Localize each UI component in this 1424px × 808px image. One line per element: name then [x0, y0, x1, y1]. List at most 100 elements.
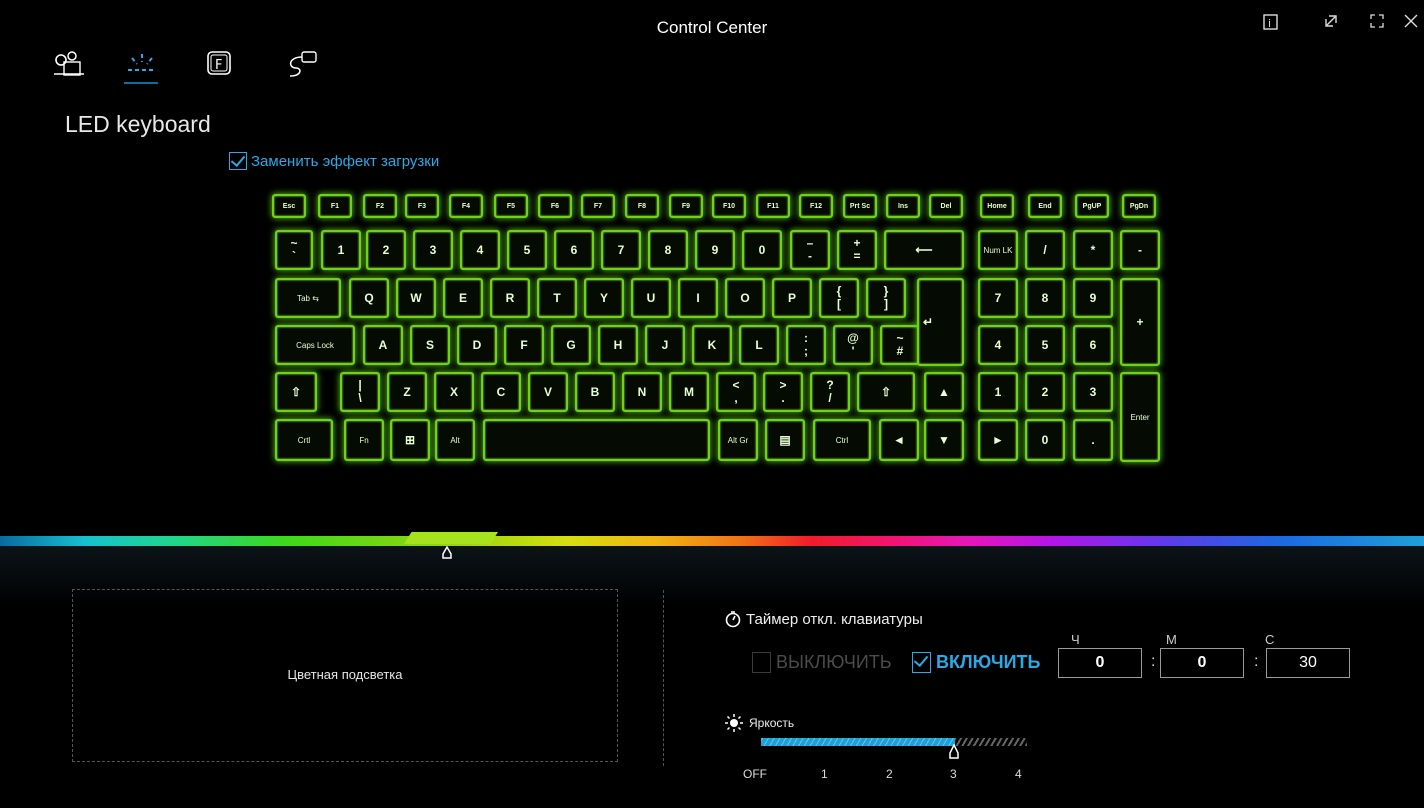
key-f[interactable]: F	[504, 325, 544, 365]
key-backslash[interactable]: | \	[340, 372, 380, 412]
key-f10[interactable]: F10	[712, 194, 746, 218]
key-arrow-right[interactable]: ►	[978, 419, 1018, 461]
key-altgr[interactable]: Alt Gr	[718, 419, 758, 461]
key-2[interactable]: 2	[366, 230, 406, 270]
key-close-bracket[interactable]: } ]	[866, 278, 906, 318]
key-5[interactable]: 5	[507, 230, 547, 270]
key-alt[interactable]: Alt	[435, 419, 475, 461]
key-f11[interactable]: F11	[756, 194, 790, 218]
key-arrow-up[interactable]: ▲	[924, 372, 964, 412]
key-enter[interactable]: ↵	[917, 278, 964, 366]
key-num-0[interactable]: 0	[1025, 419, 1065, 461]
key-hash[interactable]: ~ #	[880, 325, 920, 365]
key-v[interactable]: V	[528, 372, 568, 412]
key-z[interactable]: Z	[387, 372, 427, 412]
key-f12[interactable]: F12	[799, 194, 833, 218]
seconds-field[interactable]: 30	[1266, 648, 1350, 678]
key-9[interactable]: 9	[695, 230, 735, 270]
key-ins[interactable]: Ins	[886, 194, 920, 218]
close-icon[interactable]	[1398, 13, 1424, 35]
key-equals[interactable]: + =	[837, 230, 877, 270]
key-num-2[interactable]: 2	[1025, 372, 1065, 412]
key-b[interactable]: B	[575, 372, 615, 412]
color-spectrum-bar[interactable]	[0, 536, 1424, 546]
tab-settings[interactable]	[42, 44, 92, 84]
tab-function-keys[interactable]: F	[196, 44, 246, 84]
key-space[interactable]	[483, 419, 710, 461]
restore-icon[interactable]	[1318, 13, 1344, 35]
key-period[interactable]: > .	[763, 372, 803, 412]
tab-led[interactable]	[116, 44, 166, 84]
key-windows[interactable]: ⊞	[390, 419, 430, 461]
key-right-ctrl[interactable]: Ctrl	[813, 419, 871, 461]
key-h[interactable]: H	[598, 325, 638, 365]
timer-on-option[interactable]: ВКЛЮЧИТЬ	[912, 652, 1040, 673]
key-num-decimal[interactable]: .	[1073, 419, 1113, 461]
key-num-7[interactable]: 7	[978, 278, 1018, 318]
key-tab[interactable]: Tab ⇆	[275, 278, 341, 318]
key-esc[interactable]: Esc	[272, 194, 306, 218]
timer-off-option[interactable]: ВЫКЛЮЧИТЬ	[752, 652, 892, 673]
key-4[interactable]: 4	[460, 230, 500, 270]
key-k[interactable]: K	[692, 325, 732, 365]
tab-usb[interactable]	[272, 44, 322, 84]
color-selector-tab[interactable]	[404, 532, 498, 544]
key-left-ctrl[interactable]: Crtl	[275, 419, 333, 461]
brightness-slider-thumb[interactable]	[948, 743, 960, 763]
key-backtick[interactable]: ~ `	[275, 230, 313, 270]
key-t[interactable]: T	[537, 278, 577, 318]
key-o[interactable]: O	[725, 278, 765, 318]
key-capslock[interactable]: Caps Lock	[275, 325, 355, 365]
key-0[interactable]: 0	[742, 230, 782, 270]
key-right-shift[interactable]: ⇧	[857, 372, 915, 412]
key-open-bracket[interactable]: { [	[819, 278, 859, 318]
key-num-multiply[interactable]: *	[1073, 230, 1113, 270]
key-d[interactable]: D	[457, 325, 497, 365]
key-f5[interactable]: F5	[494, 194, 528, 218]
key-g[interactable]: G	[551, 325, 591, 365]
key-a[interactable]: A	[363, 325, 403, 365]
key-arrow-left[interactable]: ◄	[879, 419, 919, 461]
key-f9[interactable]: F9	[669, 194, 703, 218]
key-l[interactable]: L	[739, 325, 779, 365]
key-pgdn[interactable]: PgDn	[1122, 194, 1156, 218]
key-num-divide[interactable]: /	[1025, 230, 1065, 270]
key-i[interactable]: I	[678, 278, 718, 318]
key-num-5[interactable]: 5	[1025, 325, 1065, 365]
key-f7[interactable]: F7	[581, 194, 615, 218]
key-f3[interactable]: F3	[405, 194, 439, 218]
key-num-4[interactable]: 4	[978, 325, 1018, 365]
key-f8[interactable]: F8	[625, 194, 659, 218]
key-r[interactable]: R	[490, 278, 530, 318]
boot-effect-checkbox[interactable]: Заменить эффект загрузки	[229, 152, 439, 170]
key-menu[interactable]: ▤	[765, 419, 805, 461]
key-7[interactable]: 7	[601, 230, 641, 270]
key-y[interactable]: Y	[584, 278, 624, 318]
key-f1[interactable]: F1	[318, 194, 352, 218]
hours-field[interactable]: 0	[1058, 648, 1142, 678]
key-numlock[interactable]: Num LK	[978, 230, 1018, 270]
key-8[interactable]: 8	[648, 230, 688, 270]
key-j[interactable]: J	[645, 325, 685, 365]
key-end[interactable]: End	[1028, 194, 1062, 218]
key-e[interactable]: E	[443, 278, 483, 318]
key-backspace[interactable]: ⟵	[884, 230, 964, 270]
info-icon[interactable]: i	[1258, 13, 1284, 35]
key-num-8[interactable]: 8	[1025, 278, 1065, 318]
key-arrow-down[interactable]: ▼	[924, 419, 964, 461]
key-num-plus[interactable]: +	[1120, 278, 1160, 366]
key-slash[interactable]: ? /	[810, 372, 850, 412]
key-u[interactable]: U	[631, 278, 671, 318]
key-x[interactable]: X	[434, 372, 474, 412]
color-selector-handle[interactable]	[441, 545, 453, 563]
key-f4[interactable]: F4	[449, 194, 483, 218]
key-w[interactable]: W	[396, 278, 436, 318]
key-num-6[interactable]: 6	[1073, 325, 1113, 365]
key-num-1[interactable]: 1	[978, 372, 1018, 412]
key-s[interactable]: S	[410, 325, 450, 365]
fullscreen-icon[interactable]	[1364, 13, 1390, 35]
key-num-enter[interactable]: Enter	[1120, 372, 1160, 462]
key-6[interactable]: 6	[554, 230, 594, 270]
key-c[interactable]: C	[481, 372, 521, 412]
key-n[interactable]: N	[622, 372, 662, 412]
